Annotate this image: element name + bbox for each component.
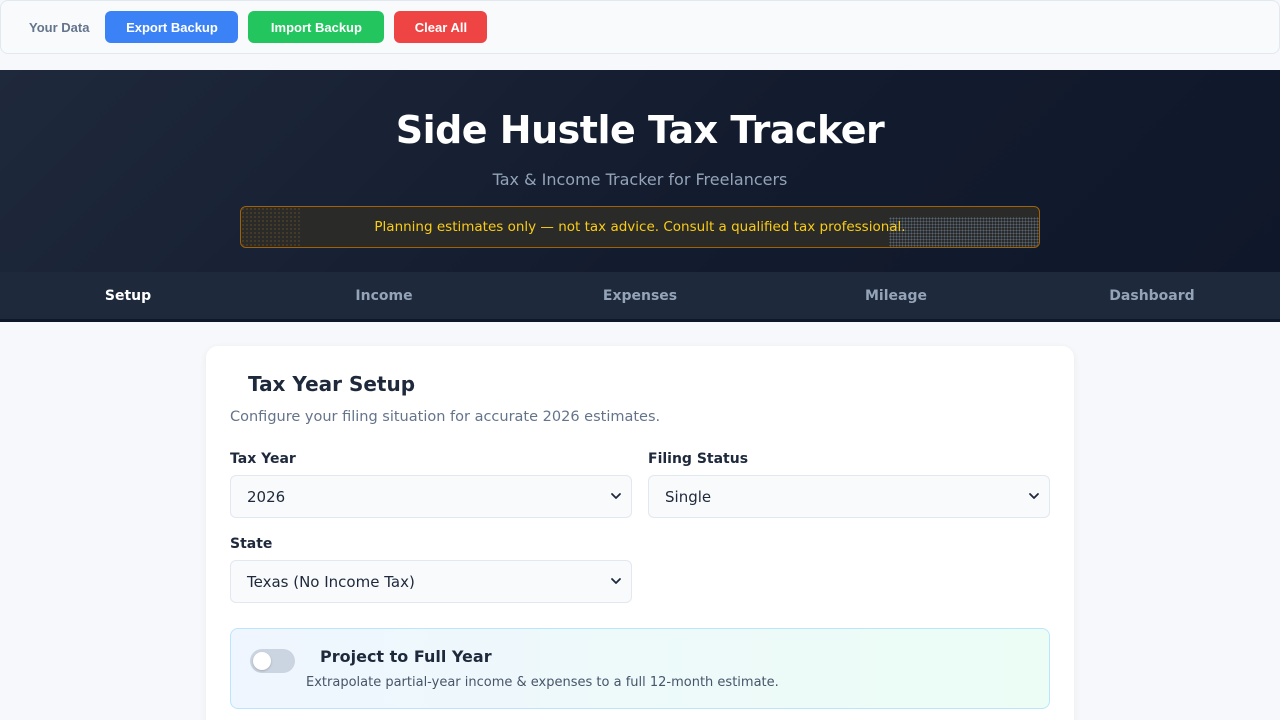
app-subtitle: Tax & Income Tracker for Freelancers [492, 170, 788, 189]
state-select[interactable]: Texas (No Income Tax) [230, 560, 632, 603]
tax-year-setup-card: Tax Year Setup Configure your filing sit… [206, 346, 1074, 720]
disclaimer-text: Planning estimates only — not tax advice… [374, 219, 906, 235]
project-full-year-description: Extrapolate partial-year income & expens… [306, 675, 779, 690]
state-label: State [230, 536, 273, 552]
filing-status-label: Filing Status [648, 451, 749, 467]
setup-description: Configure your filing situation for accu… [230, 409, 661, 425]
filing-status-value: Single [665, 487, 712, 506]
tab-dashboard[interactable]: Dashboard [1024, 272, 1280, 319]
toggle-knob [253, 652, 271, 670]
setup-title: Tax Year Setup [248, 372, 416, 396]
chevron-down-icon [611, 493, 621, 499]
filing-status-select[interactable]: Single [648, 475, 1050, 518]
project-full-year-title: Project to Full Year [320, 647, 492, 666]
disclaimer-banner: Planning estimates only — not tax advice… [240, 206, 1040, 248]
banner-texture-right [889, 217, 1039, 247]
tab-setup[interactable]: Setup [0, 272, 256, 319]
tab-mileage[interactable]: Mileage [768, 272, 1024, 319]
tab-income[interactable]: Income [256, 272, 512, 319]
data-toolbar: Your Data Export Backup Import Backup Cl… [0, 0, 1280, 54]
import-backup-button[interactable]: Import Backup [248, 11, 385, 43]
chevron-down-icon [1029, 493, 1039, 499]
main-tabs: Setup Income Expenses Mileage Dashboard [0, 272, 1280, 322]
banner-texture-left [241, 207, 301, 247]
tax-year-value: 2026 [247, 487, 286, 506]
clear-all-button[interactable]: Clear All [394, 11, 488, 43]
app-title: Side Hustle Tax Tracker [395, 108, 885, 152]
app-header: Side Hustle Tax Tracker Tax & Income Tra… [0, 70, 1280, 272]
export-backup-button[interactable]: Export Backup [105, 11, 239, 43]
project-full-year-panel: Project to Full Year Extrapolate partial… [230, 628, 1050, 709]
project-full-year-toggle[interactable] [250, 649, 295, 673]
data-toolbar-label: Your Data [29, 19, 90, 35]
tax-year-select[interactable]: 2026 [230, 475, 632, 518]
state-value: Texas (No Income Tax) [247, 572, 415, 591]
tax-year-label: Tax Year [230, 451, 296, 467]
chevron-down-icon [611, 578, 621, 584]
tab-expenses[interactable]: Expenses [512, 272, 768, 319]
